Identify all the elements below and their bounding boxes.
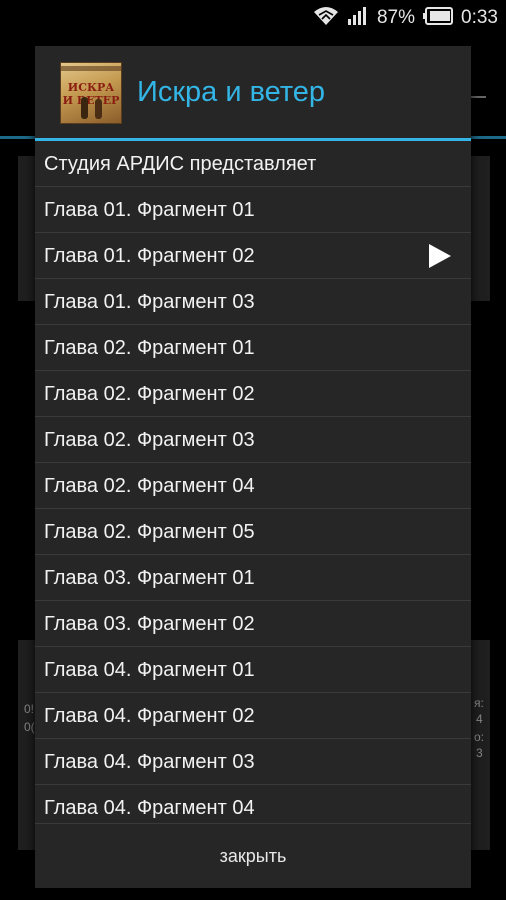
dialog-title: Искра и ветер	[137, 76, 326, 108]
status-bar: 87% 0:33	[0, 0, 506, 36]
wifi-icon	[313, 6, 339, 31]
track-label: Глава 01. Фрагмент 02	[44, 245, 255, 267]
track-list-item[interactable]: Глава 01. Фрагмент 01	[35, 187, 471, 233]
background-text: я:	[474, 696, 484, 710]
track-label: Глава 01. Фрагмент 03	[44, 291, 255, 313]
battery-icon	[423, 6, 454, 30]
background-text: о:	[474, 730, 485, 744]
track-label: Глава 02. Фрагмент 05	[44, 521, 255, 543]
track-label: Студия АРДИС представляет	[44, 153, 317, 175]
track-list-item[interactable]: Глава 02. Фрагмент 04	[35, 463, 471, 509]
track-label: Глава 03. Фрагмент 02	[44, 613, 255, 635]
track-label: Глава 02. Фрагмент 01	[44, 337, 255, 359]
track-list-item[interactable]: Глава 04. Фрагмент 04	[35, 785, 471, 823]
close-button[interactable]: закрыть	[35, 824, 471, 888]
track-list-item[interactable]: Глава 02. Фрагмент 01	[35, 325, 471, 371]
track-list-item[interactable]: Глава 01. Фрагмент 02	[35, 233, 471, 279]
track-list-item[interactable]: Глава 02. Фрагмент 02	[35, 371, 471, 417]
track-list-item[interactable]: Глава 04. Фрагмент 02	[35, 693, 471, 739]
track-list-item[interactable]: Глава 01. Фрагмент 03	[35, 279, 471, 325]
track-label: Глава 04. Фрагмент 04	[44, 797, 255, 819]
track-list-item[interactable]: Глава 04. Фрагмент 01	[35, 647, 471, 693]
track-label: Глава 01. Фрагмент 01	[44, 199, 255, 221]
track-label: Глава 02. Фрагмент 03	[44, 429, 255, 451]
cover-title: ИСКРА И ВЕТЕР	[62, 81, 120, 107]
track-list-item[interactable]: Глава 02. Фрагмент 05	[35, 509, 471, 555]
signal-icon	[347, 6, 369, 31]
background-text: 0!	[24, 702, 35, 716]
track-label: Глава 03. Фрагмент 01	[44, 567, 255, 589]
play-icon	[429, 244, 451, 268]
track-label: Глава 02. Фрагмент 02	[44, 383, 255, 405]
track-list-item[interactable]: Глава 02. Фрагмент 03	[35, 417, 471, 463]
track-list-item[interactable]: Глава 04. Фрагмент 03	[35, 739, 471, 785]
background-text: 3	[476, 746, 483, 760]
battery-percent: 87%	[376, 7, 416, 28]
track-label: Глава 04. Фрагмент 01	[44, 659, 255, 681]
background-text: 0(	[24, 720, 35, 734]
track-label: Глава 04. Фрагмент 02	[44, 705, 255, 727]
track-list-item[interactable]: Студия АРДИС представляет	[35, 141, 471, 187]
book-cover-image: ИСКРА И ВЕТЕР	[60, 62, 122, 124]
track-list[interactable]: Студия АРДИС представляет Глава 01. Фрагм…	[35, 141, 471, 823]
track-list-item[interactable]: Глава 03. Фрагмент 01	[35, 555, 471, 601]
background-text: 4	[476, 712, 483, 726]
track-label: Глава 04. Фрагмент 03	[44, 751, 255, 773]
dialog-header: ИСКРА И ВЕТЕР Искра и ветер	[35, 46, 471, 141]
track-list-item[interactable]: Глава 03. Фрагмент 02	[35, 601, 471, 647]
track-label: Глава 02. Фрагмент 04	[44, 475, 255, 497]
clock: 0:33	[461, 7, 498, 28]
track-list-dialog: ИСКРА И ВЕТЕР Искра и ветер Студия АРДИС…	[35, 46, 471, 888]
